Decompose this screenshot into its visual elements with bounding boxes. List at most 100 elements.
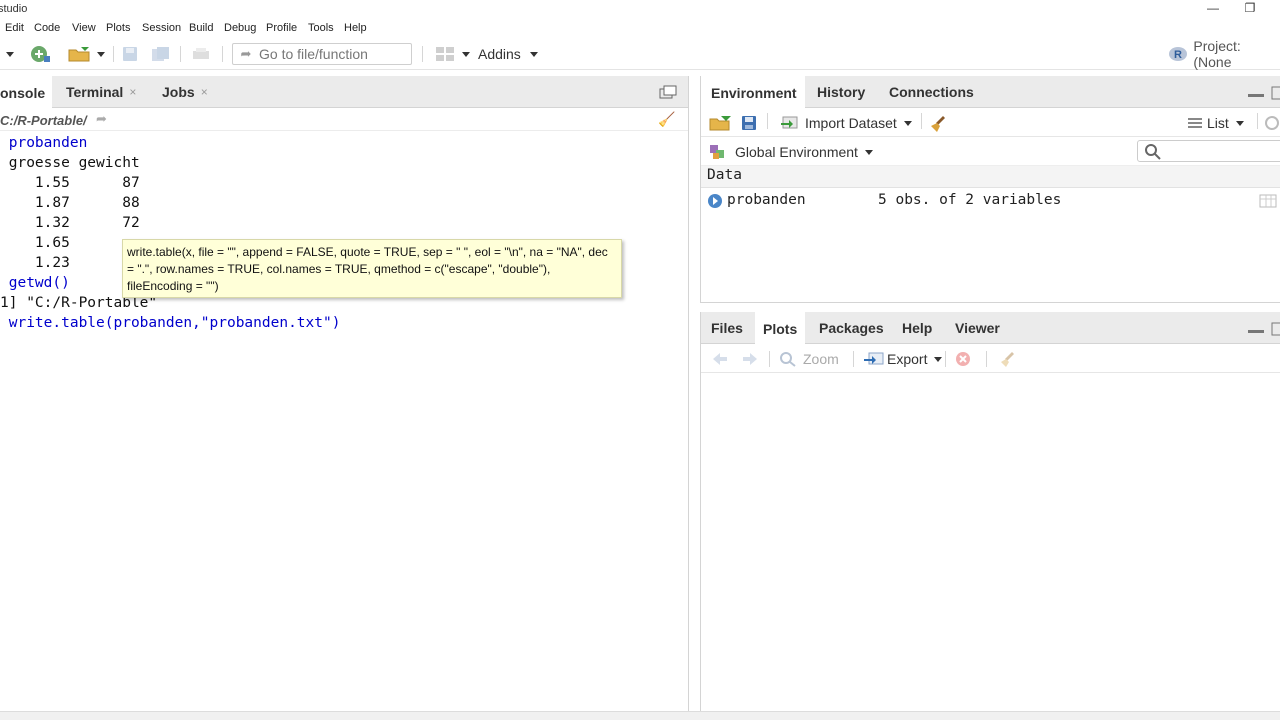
close-icon[interactable]: ×: [129, 85, 136, 99]
maximize-pane-icon[interactable]: [658, 84, 678, 100]
object-value: 5 obs. of 2 variables: [878, 192, 1062, 208]
console-pane: onsole Terminal × Jobs × C:/R-Portable/ …: [0, 76, 689, 711]
print-icon[interactable]: [190, 45, 212, 63]
clear-console-icon[interactable]: 🧹: [658, 111, 675, 128]
save-all-icon[interactable]: [150, 45, 172, 63]
menu-edit[interactable]: Edit: [5, 22, 24, 34]
open-file-icon[interactable]: [66, 44, 94, 64]
console-line: 1.87 88: [0, 195, 140, 211]
object-name: probanden: [727, 192, 806, 208]
new-file-dropdown-icon[interactable]: [4, 46, 16, 62]
addins-menu[interactable]: Addins: [478, 45, 541, 63]
go-to-directory-icon[interactable]: ➦: [96, 111, 107, 127]
clear-objects-broom-icon[interactable]: [929, 115, 949, 133]
data-section-header: Data: [701, 166, 1280, 188]
expand-object-icon: [708, 194, 722, 208]
menu-build[interactable]: Build: [189, 22, 213, 34]
zoom-icon: [780, 352, 796, 367]
go-to-arrow-icon: ➦: [240, 46, 252, 61]
environment-search-input[interactable]: [1137, 140, 1280, 162]
toolbar-divider: [113, 46, 114, 62]
console-line: probanden: [0, 135, 88, 151]
export-button[interactable]: Export: [863, 351, 945, 367]
menu-code[interactable]: Code: [34, 22, 60, 34]
tab-terminal[interactable]: Terminal ×: [58, 76, 144, 108]
console-path-bar: C:/R-Portable/ ➦ 🧹: [0, 109, 688, 131]
files-tabbar: Files Plots Packages Help Viewer: [701, 312, 1280, 345]
import-dataset-button[interactable]: Import Dataset: [779, 115, 915, 131]
function-signature-tooltip: write.table(x, file = "", append = FALSE…: [122, 239, 622, 298]
menu-bar: Edit Code View Plots Session Build Debug…: [0, 20, 1280, 38]
tab-jobs[interactable]: Jobs ×: [154, 76, 216, 108]
minimize-pane-icon[interactable]: [1247, 90, 1265, 100]
tab-plots[interactable]: Plots: [755, 312, 806, 345]
environment-scope-dropdown[interactable]: Global Environment: [709, 142, 876, 162]
menu-view[interactable]: View: [72, 22, 96, 34]
tab-files[interactable]: Files: [703, 312, 751, 344]
r-environment-icon: [710, 145, 724, 159]
clear-plots-broom-icon[interactable]: [999, 351, 1017, 369]
refresh-icon[interactable]: [1263, 115, 1280, 131]
toolbar-divider: [945, 351, 946, 367]
minimize-button[interactable]: —: [1203, 1, 1223, 15]
go-to-file-input[interactable]: ➦ Go to file/function: [232, 43, 412, 65]
open-file-dropdown-icon[interactable]: [96, 47, 106, 61]
menu-debug[interactable]: Debug: [224, 22, 256, 34]
console-input-line[interactable]: write.table(probanden,"probanden.txt"): [0, 315, 341, 331]
menu-profile[interactable]: Profile: [266, 22, 297, 34]
tab-history[interactable]: History: [809, 76, 873, 108]
console-line: groesse gewicht: [0, 155, 140, 171]
load-workspace-icon[interactable]: [709, 115, 733, 131]
toolbar-divider: [422, 46, 423, 62]
tab-help[interactable]: Help: [894, 312, 940, 344]
menu-session[interactable]: Session: [142, 22, 181, 34]
scope-dropdown-icon: [864, 150, 873, 155]
previous-plot-icon[interactable]: [711, 352, 729, 366]
new-project-icon[interactable]: [28, 43, 52, 65]
toolbar-divider: [767, 113, 768, 129]
project-menu[interactable]: R Project: (None: [1168, 38, 1280, 70]
console-line: 1.55 87: [0, 175, 140, 191]
tab-console[interactable]: onsole: [0, 76, 52, 109]
toolbar-divider: [222, 46, 223, 62]
toolbar-divider: [853, 351, 854, 367]
view-mode-list-button[interactable]: List: [1187, 115, 1247, 131]
console-output[interactable]: probanden groesse gewicht 1.55 87 1.87 8…: [0, 132, 688, 711]
pane-layout-dropdown-icon[interactable]: [460, 47, 472, 61]
save-icon[interactable]: [121, 45, 139, 63]
zoom-button[interactable]: Zoom: [779, 351, 839, 367]
tab-viewer[interactable]: Viewer: [947, 312, 1008, 344]
window-title: studio: [0, 3, 28, 15]
search-icon: [1145, 144, 1161, 160]
toolbar-divider: [1257, 113, 1258, 129]
console-line: 1.65: [0, 235, 70, 251]
menu-help[interactable]: Help: [344, 22, 367, 34]
tab-environment[interactable]: Environment: [701, 76, 805, 109]
import-dataset-icon: [781, 116, 798, 129]
import-dropdown-icon: [903, 121, 912, 126]
toolbar-divider: [180, 46, 181, 62]
list-dropdown-icon: [1235, 121, 1244, 126]
minimize-pane-icon[interactable]: [1247, 326, 1265, 336]
export-dropdown-icon: [934, 357, 943, 362]
environment-tabbar: Environment History Connections: [701, 76, 1280, 109]
plots-toolbar: Zoom Export: [701, 345, 1280, 373]
remove-plot-icon[interactable]: [955, 351, 971, 367]
table-row[interactable]: probanden 5 obs. of 2 variables: [701, 189, 1280, 213]
save-workspace-icon[interactable]: [741, 115, 757, 131]
restore-button[interactable]: ❐: [1240, 1, 1260, 15]
plot-viewer-area[interactable]: [701, 374, 1280, 711]
close-icon[interactable]: ×: [201, 85, 208, 99]
next-plot-icon[interactable]: [741, 352, 759, 366]
main-toolbar: ➦ Go to file/function Addins R Project: …: [0, 38, 1280, 70]
status-strip: [0, 711, 1280, 720]
addins-dropdown-icon: [529, 52, 538, 57]
tab-connections[interactable]: Connections: [881, 76, 982, 108]
console-line: 1.32 72: [0, 215, 140, 231]
menu-plots[interactable]: Plots: [106, 22, 130, 34]
tab-packages[interactable]: Packages: [811, 312, 892, 344]
pane-layout-icon[interactable]: [434, 45, 456, 63]
maximize-pane-icon[interactable]: [1271, 86, 1280, 100]
menu-tools[interactable]: Tools: [308, 22, 334, 34]
maximize-pane-icon[interactable]: [1271, 322, 1280, 336]
